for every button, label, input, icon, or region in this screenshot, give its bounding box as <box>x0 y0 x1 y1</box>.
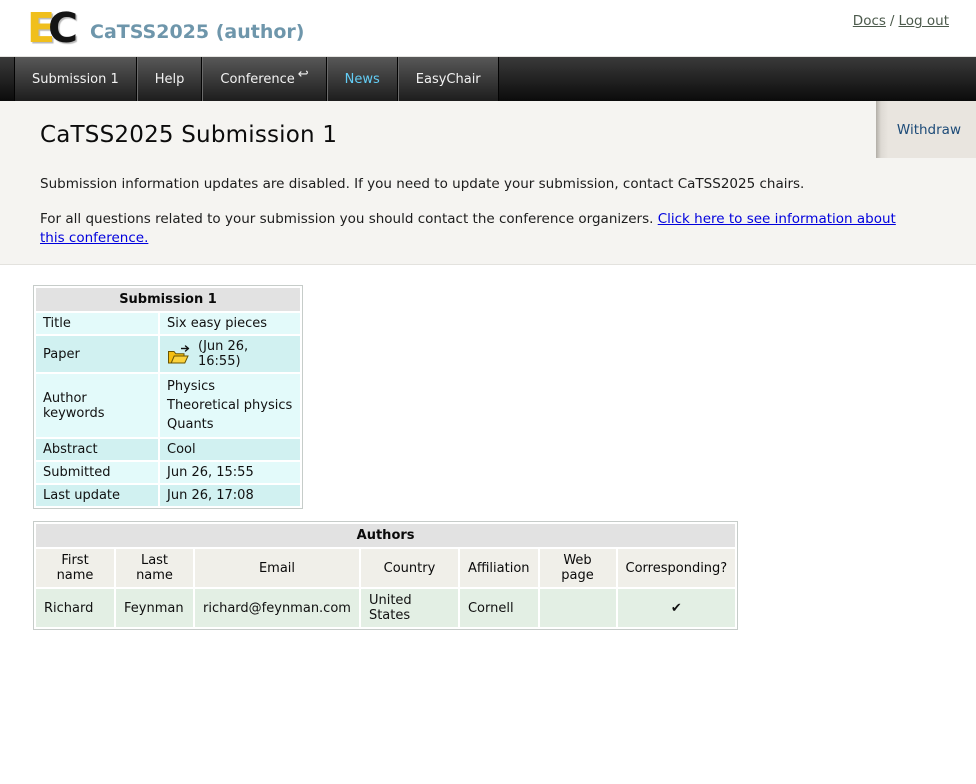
authors-header-row: First name Last name Email Country Affil… <box>36 549 735 587</box>
column-header-web-page: Web page <box>540 549 616 587</box>
column-header-email: Email <box>195 549 359 587</box>
open-folder-icon[interactable] <box>167 344 191 365</box>
column-header-last-name: Last name <box>116 549 193 587</box>
nav-item-label: EasyChair <box>416 72 481 87</box>
paper-upload-time: (Jun 26, 16:55) <box>198 339 293 369</box>
main-content: Submission 1 Title Six easy pieces Paper <box>0 265 976 630</box>
withdraw-tab[interactable]: Withdraw <box>876 101 976 158</box>
nav-item-news[interactable]: News <box>327 57 398 101</box>
logout-link[interactable]: Log out <box>898 13 949 29</box>
authors-table: Authors First name Last name Email Count… <box>33 521 738 630</box>
author-country: United States <box>361 589 458 627</box>
table-row-keywords: Author keywords Physics Theoretical phys… <box>36 374 300 437</box>
column-header-first-name: First name <box>36 549 114 587</box>
row-label: Abstract <box>36 439 158 460</box>
nav-item-label: Conference <box>220 72 294 87</box>
keyword: Theoretical physics <box>167 396 293 415</box>
author-first-name: Richard <box>36 589 114 627</box>
row-label: Submitted <box>36 462 158 483</box>
author-corresponding-checkmark: ✔ <box>618 589 736 627</box>
table-row-submitted: Submitted Jun 26, 15:55 <box>36 462 300 483</box>
authors-table-title: Authors <box>36 524 735 547</box>
page-title: CaTSS2025 Submission 1 <box>40 122 916 148</box>
withdraw-tab-label: Withdraw <box>897 122 961 138</box>
row-label: Title <box>36 313 158 334</box>
nav-item-label: Submission 1 <box>32 72 119 87</box>
nav-item-help[interactable]: Help <box>137 57 203 101</box>
column-header-country: Country <box>361 549 458 587</box>
table-row-title: Title Six easy pieces <box>36 313 300 334</box>
author-email: richard@feynman.com <box>195 589 359 627</box>
author-affiliation: Cornell <box>460 589 538 627</box>
intro-section: Withdraw CaTSS2025 Submission 1 Submissi… <box>0 101 976 265</box>
row-label: Paper <box>36 336 158 372</box>
column-header-affiliation: Affiliation <box>460 549 538 587</box>
row-label: Last update <box>36 485 158 506</box>
contact-text: For all questions related to your submis… <box>40 211 658 227</box>
author-last-name: Feynman <box>116 589 193 627</box>
keyword: Physics <box>167 377 293 396</box>
nav-item-label: Help <box>155 72 185 87</box>
links-separator: / <box>886 13 899 29</box>
table-row-last-update: Last update Jun 26, 17:08 <box>36 485 300 506</box>
row-value: Six easy pieces <box>160 313 300 334</box>
nav-item-conference[interactable]: Conference ↩ <box>202 57 326 101</box>
table-row-abstract: Abstract Cool <box>36 439 300 460</box>
top-links: Docs/Log out <box>853 13 949 29</box>
easychair-logo: EC <box>27 4 71 52</box>
docs-link[interactable]: Docs <box>853 13 886 29</box>
nav-item-easychair[interactable]: EasyChair <box>398 57 499 101</box>
contact-paragraph: For all questions related to your submis… <box>40 210 916 249</box>
row-value: Jun 26, 15:55 <box>160 462 300 483</box>
row-value: Jun 26, 17:08 <box>160 485 300 506</box>
author-web-page <box>540 589 616 627</box>
nav-item-submission-1[interactable]: Submission 1 <box>14 57 137 101</box>
submission-table: Submission 1 Title Six easy pieces Paper <box>33 285 303 509</box>
column-header-corresponding: Corresponding? <box>618 549 736 587</box>
author-row: Richard Feynman richard@feynman.com Unit… <box>36 589 735 627</box>
table-row-paper: Paper (Jun 26, 16:55) <box>36 336 300 372</box>
submission-table-title: Submission 1 <box>36 288 300 311</box>
top-header: EC CaTSS2025 (author) Docs/Log out <box>0 0 976 57</box>
nav-item-label: News <box>345 72 380 87</box>
logo-letter-c: C <box>48 4 71 52</box>
updates-disabled-notice: Submission information updates are disab… <box>40 175 916 195</box>
brand-title: CaTSS2025 (author) <box>90 21 304 43</box>
row-label: Author keywords <box>36 374 158 437</box>
main-nav: Submission 1 Help Conference ↩ News Easy… <box>0 57 976 101</box>
logo-letter-e: E <box>27 4 48 52</box>
row-value: Cool <box>160 439 300 460</box>
keyword: Quants <box>167 415 293 434</box>
return-arrow-icon: ↩ <box>298 67 309 82</box>
